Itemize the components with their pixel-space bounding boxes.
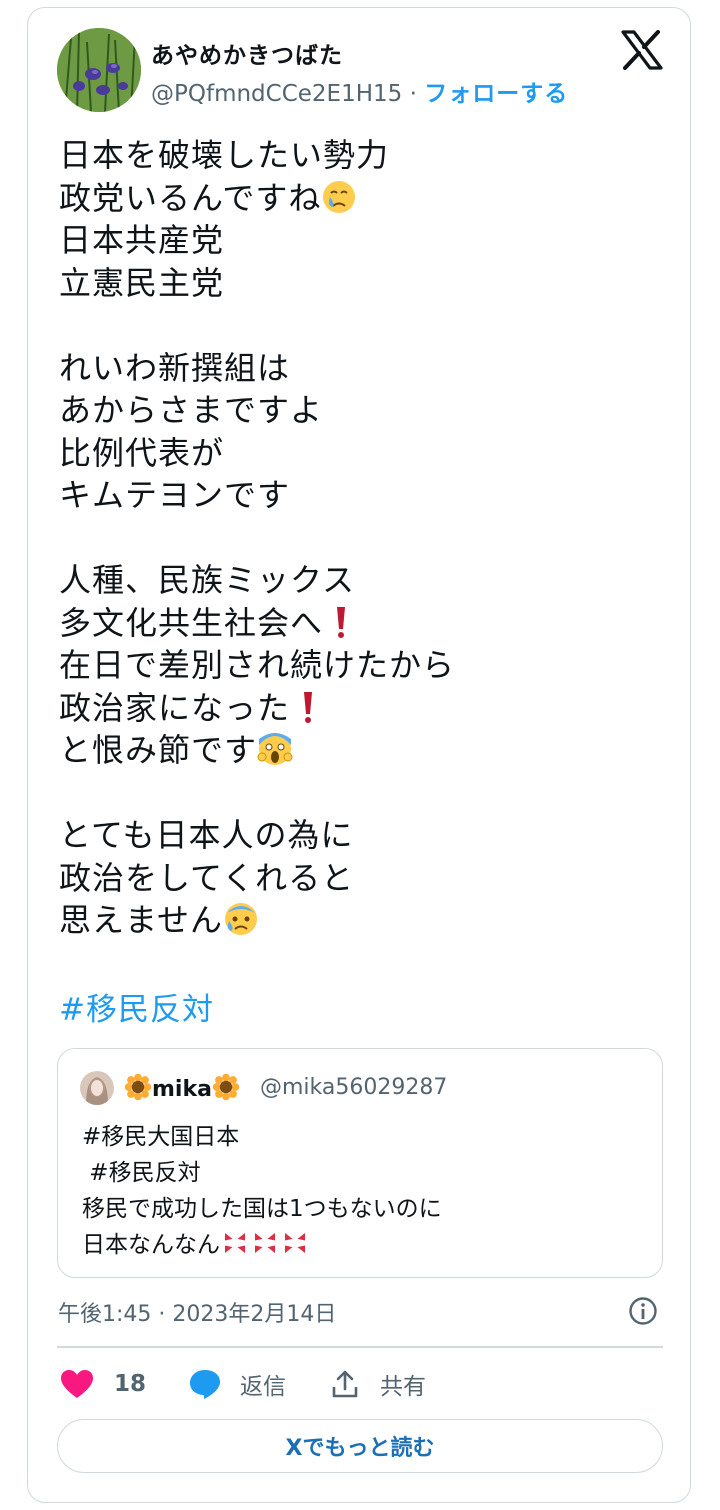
reply-bubble-icon bbox=[190, 1370, 220, 1399]
tweet-line: と恨み節です bbox=[59, 731, 258, 769]
quoted-name-text: mika bbox=[152, 1077, 212, 1102]
sunflower-icon bbox=[124, 1073, 152, 1101]
quoted-author-name: mika bbox=[124, 1073, 240, 1102]
quoted-tweet[interactable]: mika @mika56029287 #移民大国日本 #移民反対 移民で成功した… bbox=[57, 1048, 663, 1278]
follow-button[interactable]: フォローする bbox=[424, 81, 568, 107]
tweet-line: 日本を破壊したい勢力 bbox=[59, 136, 390, 174]
share-icon bbox=[332, 1370, 358, 1398]
quoted-line: #移民反対 bbox=[82, 1160, 201, 1186]
x-logo-icon[interactable] bbox=[620, 30, 664, 70]
tweet-line: 多文化共生社会へ bbox=[59, 603, 324, 642]
tweet-timestamp[interactable]: 午後1:45 · 2023年2月14日 bbox=[58, 1296, 336, 1328]
hashtag-link[interactable]: #移民反対 bbox=[59, 984, 214, 1029]
share-button[interactable]: 共有 bbox=[330, 1366, 426, 1402]
reply-label: 返信 bbox=[240, 1374, 286, 1400]
author-handle-row: @PQfmndCCe2E1H15 · フォローする bbox=[151, 74, 568, 108]
handle-separator: · bbox=[402, 81, 425, 107]
author-avatar[interactable] bbox=[57, 28, 141, 112]
tweet-line: 政党いるんですね bbox=[59, 178, 322, 217]
red-exclamation-icon bbox=[304, 691, 313, 723]
screaming-face-icon bbox=[257, 733, 293, 765]
anger-symbol-icon bbox=[225, 1233, 245, 1253]
quoted-text: #移民大国日本 #移民反対 移民で成功した国は1つもないのに 日本なんなん bbox=[82, 1119, 442, 1263]
red-exclamation-icon bbox=[337, 606, 346, 638]
tweet-text: 日本を破壊したい勢力 政党いるんですね 日本共産党 立憲民主党 れいわ新撰組は … bbox=[59, 134, 455, 942]
anger-symbol-icon bbox=[285, 1233, 305, 1253]
info-icon[interactable] bbox=[628, 1296, 658, 1326]
tweet-line: 比例代表が bbox=[59, 433, 225, 472]
tweet-line: 立憲民主党 bbox=[59, 263, 225, 302]
tweet-line: あからさまですよ bbox=[59, 391, 324, 429]
like-button[interactable]: 18 bbox=[60, 1366, 146, 1402]
author-name[interactable]: あやめかきつばた bbox=[151, 36, 343, 70]
tweet-line: 在日で差別され続けたから bbox=[59, 646, 456, 684]
tweet-line: キムテヨンです bbox=[59, 476, 291, 514]
quoted-line: 移民で成功した国は1つもないのに bbox=[82, 1196, 442, 1222]
tweet-line: 人種、民族ミックス bbox=[59, 561, 356, 599]
divider bbox=[57, 1346, 663, 1348]
read-more-label: Xでもっと読む bbox=[285, 1436, 435, 1461]
reply-button[interactable]: 返信 bbox=[188, 1366, 286, 1402]
quoted-line: 日本なんなん bbox=[82, 1232, 220, 1258]
quoted-author-handle: @mika56029287 bbox=[260, 1075, 448, 1100]
read-more-button[interactable]: Xでもっと読む bbox=[57, 1419, 663, 1473]
quoted-line: #移民大国日本 bbox=[82, 1124, 240, 1150]
tweet-line: 日本共産党 bbox=[59, 221, 225, 259]
anger-symbol-icon bbox=[255, 1233, 275, 1253]
anxious-sweat-face-icon bbox=[225, 903, 258, 935]
like-count: 18 bbox=[114, 1371, 147, 1397]
tweet-line: 政治家になった bbox=[59, 688, 291, 727]
tweet-line: とても日本人の為に bbox=[59, 816, 354, 854]
share-label: 共有 bbox=[380, 1374, 426, 1400]
tweet-line: 思えません bbox=[59, 901, 224, 939]
author-handle[interactable]: @PQfmndCCe2E1H15 bbox=[151, 81, 402, 107]
sunflower-icon bbox=[212, 1073, 240, 1101]
crying-face-icon bbox=[323, 180, 356, 213]
tweet-line: れいわ新撰組は bbox=[59, 348, 291, 387]
quoted-author-avatar bbox=[80, 1071, 114, 1105]
heart-icon bbox=[61, 1370, 93, 1398]
tweet-line: 政治をしてくれると bbox=[59, 858, 355, 897]
